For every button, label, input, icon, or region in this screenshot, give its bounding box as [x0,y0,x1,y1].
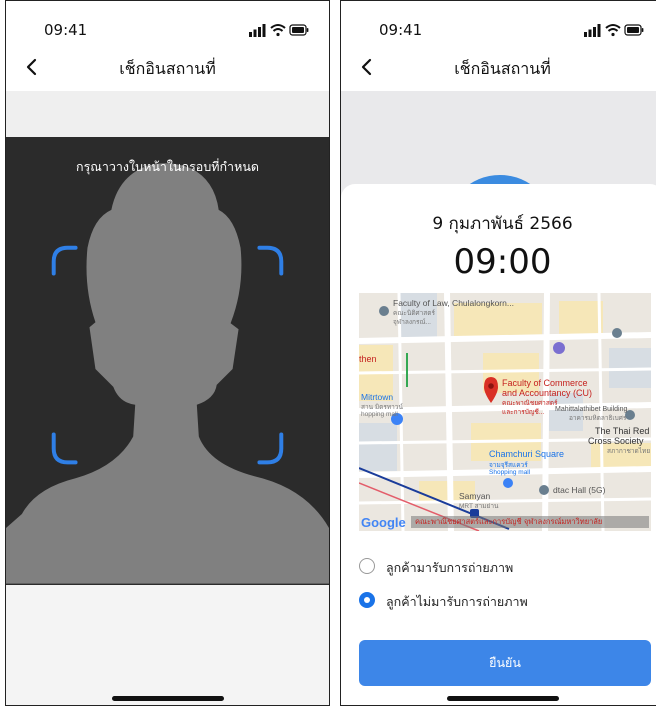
camera-viewfinder: กรุณาวางใบหน้าในกรอบที่กำหนด [6,137,329,585]
battery-icon [624,24,644,36]
status-icons [249,24,309,37]
map-label-faculty-of-law: Faculty of Law, Chulalongkorn... [393,298,514,308]
map-label-chamchuri: Chamchuri Square [489,449,565,459]
map-label-mitrtown-sub: hopping mall [361,411,398,418]
face-capture-screen: 09:41 เช็กอินสถานที่ กรุณาวางใบหน้าในกรอ… [5,0,330,706]
map-label-mahittalathibet: Mahittalathibet Building [555,406,628,413]
top-spacer [6,91,329,137]
checkin-time: 09:00 [453,242,552,282]
option-label: ลูกค้าไม่มารับการถ่ายภาพ [386,594,528,609]
map-label-mitrtown: Mitrtown [361,392,394,402]
camera-instruction: กรุณาวางใบหน้าในกรอบที่กำหนด [76,159,259,174]
map-label-commerce-thai: คณะพาณิชยศาสตร์และการบัญชี... [502,400,558,416]
checkin-bottom-sheet: 9 กุมภาพันธ์ 2566 09:00 Faculty of Law, … [341,184,656,705]
confirm-button[interactable]: ยืนยัน [359,640,651,686]
status-icons [584,24,644,37]
status-time: 09:41 [44,21,88,39]
map-label-faculty-of-law-thai: คณะนิติศาสตร์ จุฬาลงกรณ์... [393,310,435,326]
checkin-confirm-screen: 09:41 เช็กอินสถานที่ 9 กุมภาพันธ์ 2566 0… [340,0,656,706]
bottom-spacer [6,585,329,705]
face-silhouette [6,163,329,584]
location-map[interactable]: Faculty of Law, Chulalongkorn... คณะนิติ… [359,293,651,531]
page-title: เช็กอินสถานที่ [119,59,216,78]
wifi-icon [270,24,286,37]
map-label-red-cross-1: The Thai Red [595,426,650,436]
map-label-samyan-sub: MRT สามย่าน [459,503,499,510]
option-customer-not-photographed[interactable]: ลูกค้าไม่มารับการถ่ายภาพ [359,590,649,612]
map-label-red-cross-thai: สภากาชาดไทย [607,448,651,455]
nav-bar: เช็กอินสถานที่ [341,49,656,91]
option-label: ลูกค้ามารับการถ่ายภาพ [386,560,514,575]
option-customer-photographed[interactable]: ลูกค้ามารับการถ่ายภาพ [359,556,649,578]
signal-icon [584,24,601,37]
map-label-mahittalathibet-thai: อาคารมหิตลาธิเบศร [569,415,627,422]
map-label-samyan: Samyan [459,491,491,501]
status-time: 09:41 [379,21,423,39]
map-label-commerce-2: and Accountancy (CU) [502,388,593,398]
status-bar: 09:41 [341,1,656,49]
map-label-chamchuri-sub: Shopping mall [489,469,531,476]
signal-icon [249,24,266,37]
home-indicator [111,696,224,701]
radio-unchecked-icon[interactable] [359,558,375,574]
status-bar: 09:41 [6,1,329,49]
home-indicator [446,696,559,701]
battery-icon [289,24,309,36]
checkin-date: 9 กุมภาพันธ์ 2566 [432,214,573,234]
map-label-then: then [359,354,377,364]
wifi-icon [605,24,621,37]
map-attribution: คณะพาณิชยศาสตร์และการบัญชี จุฬาลงกรณ์มหา… [411,516,649,528]
map-label-red-cross-2: Cross Society [588,436,644,446]
google-logo: Google [361,515,406,530]
radio-checked-icon[interactable] [359,592,375,608]
page-title: เช็กอินสถานที่ [454,59,551,78]
nav-bar: เช็กอินสถานที่ [6,49,329,91]
map-label-dtac: dtac Hall (5G) [553,485,606,495]
map-label-commerce-1: Faculty of Commerce [502,378,588,388]
